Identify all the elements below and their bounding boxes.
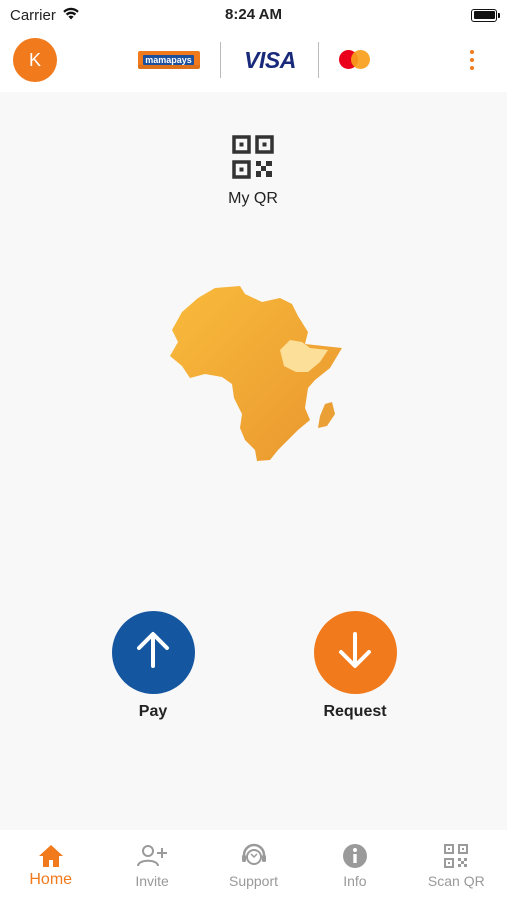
mastercard-logo: [339, 50, 371, 70]
tab-invite[interactable]: Invite: [101, 830, 202, 900]
status-bar: Carrier 8:24 AM: [0, 0, 507, 30]
app-header: K mamapays VISA: [0, 30, 507, 92]
mamapays-logo-text: mamapays: [143, 55, 194, 65]
pay-circle[interactable]: [111, 611, 195, 694]
header-divider: [318, 42, 319, 78]
request-button[interactable]: Request: [295, 611, 415, 721]
status-time: 8:24 AM: [225, 6, 282, 23]
tab-label: Info: [343, 873, 367, 889]
request-label: Request: [323, 703, 387, 720]
my-qr-label: My QR: [228, 190, 278, 207]
arrow-up-icon: [133, 630, 173, 675]
tab-scan-qr[interactable]: Scan QR: [406, 830, 507, 900]
more-vertical-icon[interactable]: [464, 46, 480, 74]
home-icon: [36, 842, 66, 870]
tab-label: Home: [29, 871, 73, 888]
scan-qr-icon: [441, 842, 471, 870]
pay-label: Pay: [138, 703, 168, 720]
tab-label: Scan QR: [427, 873, 485, 889]
tab-info[interactable]: Info: [304, 830, 405, 900]
tab-support[interactable]: Support: [203, 830, 304, 900]
pay-button[interactable]: Pay: [93, 611, 213, 721]
tab-label: Support: [228, 873, 279, 889]
info-icon: [340, 842, 370, 870]
battery-icon: [471, 8, 500, 22]
request-circle[interactable]: [313, 611, 397, 694]
tab-home[interactable]: Home: [0, 830, 101, 900]
add-user-icon: [137, 842, 168, 870]
africa-map-icon: [160, 280, 350, 470]
avatar[interactable]: K: [13, 38, 57, 82]
tab-bar: Home Invite Support Info Scan QR: [0, 830, 507, 900]
qr-code-icon: [232, 135, 274, 184]
header-divider: [220, 42, 221, 78]
visa-logo: VISA: [244, 46, 296, 73]
mamapays-logo: mamapays: [138, 51, 200, 69]
support-icon: [239, 842, 269, 870]
arrow-down-icon: [335, 630, 375, 675]
my-qr-button[interactable]: My QR: [213, 135, 293, 215]
tab-label: Invite: [135, 873, 169, 889]
